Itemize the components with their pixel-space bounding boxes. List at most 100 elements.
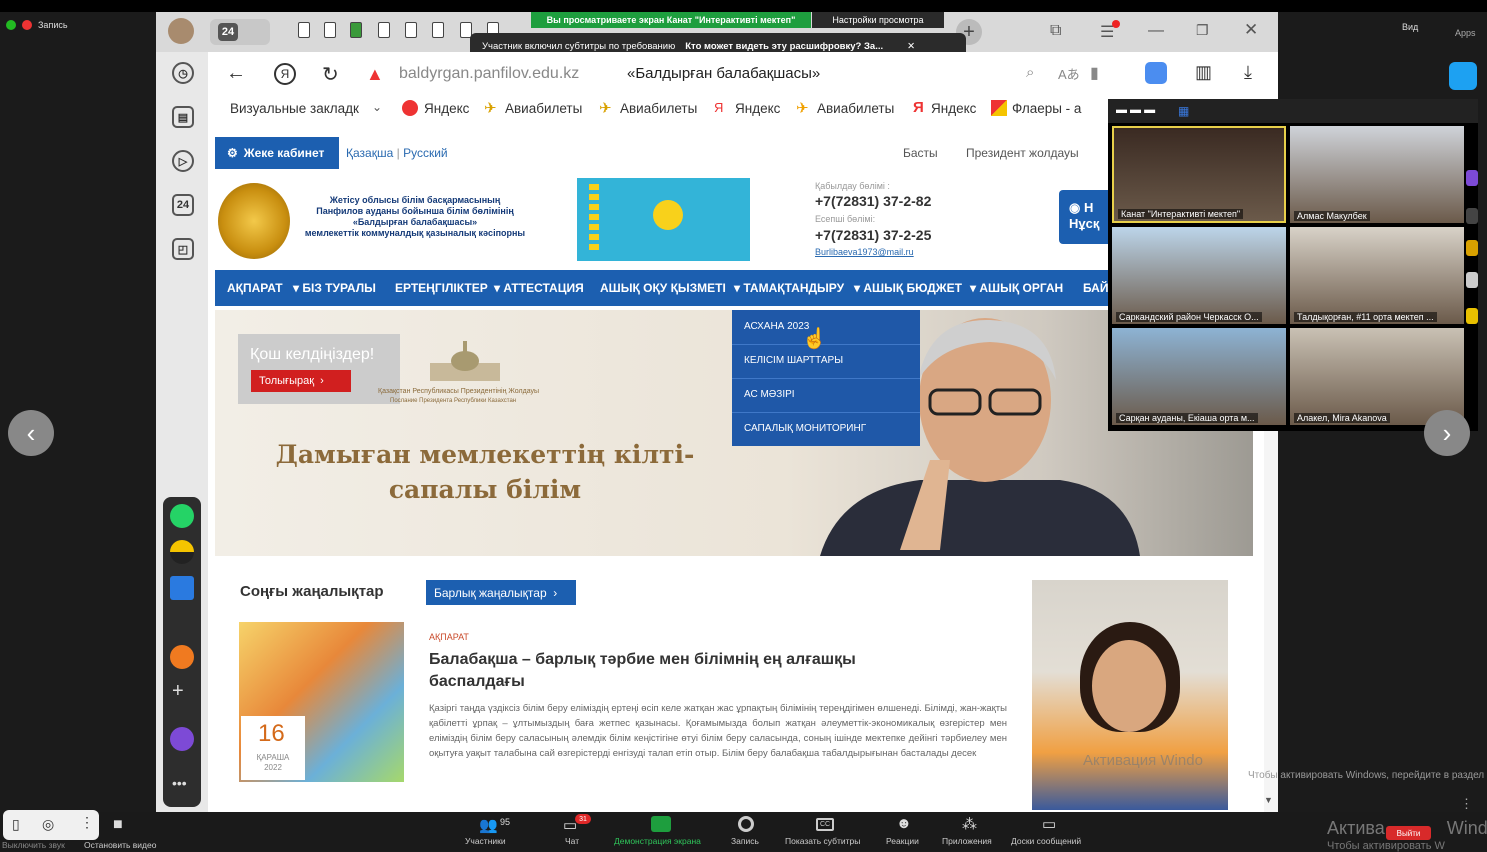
yandex-icon[interactable]: Я bbox=[274, 63, 296, 85]
add-icon[interactable]: + bbox=[172, 680, 184, 703]
avatar[interactable] bbox=[168, 18, 194, 44]
book-icon[interactable]: ▥ bbox=[1195, 62, 1212, 83]
lang-kz[interactable]: Қазақша bbox=[346, 146, 393, 160]
back-icon[interactable]: ← bbox=[226, 62, 246, 85]
more-vertical-icon[interactable]: ⋮ bbox=[80, 814, 94, 831]
bookmark-flyers[interactable]: Флаеры - а bbox=[1012, 101, 1081, 116]
captions-label[interactable]: Показать субтитры bbox=[785, 836, 860, 846]
video-label[interactable]: Остановить видео bbox=[84, 840, 156, 850]
kabinet-button[interactable]: ⚙ Жеке кабинет bbox=[215, 137, 339, 169]
scroll-down-icon[interactable]: ▼ bbox=[1264, 795, 1273, 805]
reactions-label[interactable]: Реакции bbox=[886, 836, 919, 846]
participants-icon[interactable]: 👥 bbox=[479, 816, 498, 834]
home-link[interactable]: Басты bbox=[903, 146, 938, 160]
whiteboard-icon[interactable]: ▭ bbox=[1042, 815, 1056, 833]
tab-page-icon[interactable] bbox=[324, 22, 336, 38]
side-app-icon[interactable] bbox=[1466, 272, 1478, 288]
share-label[interactable]: Демонстрация экрана bbox=[614, 836, 701, 846]
video-tile[interactable]: Сарқан ауданы, Екіаша орта м... bbox=[1112, 328, 1286, 425]
all-news-button[interactable]: Барлық жаңалықтар › bbox=[426, 580, 576, 605]
email-link[interactable]: Burlibaeva1973@mail.ru bbox=[815, 247, 914, 257]
screenshot-icon[interactable]: ◎ bbox=[42, 816, 54, 833]
chat-label[interactable]: Чат bbox=[565, 836, 579, 846]
side-app-icon[interactable] bbox=[1466, 308, 1478, 324]
restore-icon[interactable]: ❐ bbox=[1196, 22, 1209, 39]
video-camera-icon[interactable]: ■ bbox=[113, 816, 123, 834]
apps-label[interactable]: Приложения bbox=[942, 836, 992, 846]
nav-tamaktandyru[interactable]: ▾ ТАМАҚТАНДЫРУ bbox=[734, 281, 844, 295]
bookmark-visual[interactable]: Визуальные закладк bbox=[230, 101, 359, 116]
view-settings-dropdown[interactable]: Настройки просмотра bbox=[812, 12, 944, 28]
video-tile[interactable]: Алмас Макулбек bbox=[1290, 126, 1464, 223]
video-tile[interactable]: Канат "Интерактивті мектеп" bbox=[1112, 126, 1286, 223]
mute-label[interactable]: Выключить звук bbox=[2, 840, 65, 850]
bookmark-yandex[interactable]: Яндекс bbox=[424, 101, 469, 116]
participants-label[interactable]: Участники bbox=[465, 836, 506, 846]
reload-icon[interactable]: ↻ bbox=[322, 62, 339, 87]
nav-akparat[interactable]: АҚПАРАТ bbox=[227, 281, 283, 295]
docs-icon[interactable] bbox=[170, 576, 194, 600]
bookmark-avia[interactable]: Авиабилеты bbox=[817, 101, 894, 116]
history-icon[interactable]: ◷ bbox=[172, 62, 194, 84]
reactions-icon[interactable]: ☻ bbox=[896, 815, 912, 832]
nav-attestatsia[interactable]: ▾ АТТЕСТАЦИЯ bbox=[494, 281, 584, 295]
play-icon[interactable]: ▷ bbox=[172, 150, 194, 172]
dropdown-item-kelisim[interactable]: КЕЛІСІМ ШАРТТАРЫ bbox=[744, 355, 843, 366]
bookmark-icon[interactable]: ▮ bbox=[1090, 63, 1099, 83]
download-icon[interactable]: ⤓ bbox=[1244, 62, 1252, 83]
side-app-icon[interactable] bbox=[1466, 208, 1478, 224]
apps-label[interactable]: Apps bbox=[1455, 28, 1476, 38]
tab-page-icon[interactable] bbox=[378, 22, 390, 38]
whiteboards-label[interactable]: Доски сообщений bbox=[1011, 836, 1081, 846]
dropdown-item-monitoring[interactable]: САПАЛЫҚ МОНИТОРИНГ bbox=[744, 423, 866, 434]
caption-question[interactable]: Кто может видеть эту расшифровку? За... bbox=[685, 41, 883, 52]
tab-counter-button[interactable]: 24 bbox=[210, 19, 270, 45]
side-app-icon[interactable] bbox=[1466, 170, 1478, 186]
window-close-icon[interactable]: ✕ bbox=[1244, 20, 1258, 40]
prev-page-icon[interactable]: ‹ bbox=[8, 410, 54, 456]
share-screen-icon[interactable] bbox=[651, 816, 671, 832]
nav-ashyk-organ[interactable]: ▾ АШЫҚ ОРГАН bbox=[970, 281, 1063, 295]
dropdown-item-askhana[interactable]: АСХАНА 2023 bbox=[744, 321, 809, 332]
tab-green-icon[interactable] bbox=[350, 22, 362, 38]
app-icon[interactable] bbox=[1449, 62, 1477, 90]
video-tile[interactable]: Саркандский район Черкасск О... bbox=[1112, 227, 1286, 324]
close-icon[interactable]: ✕ bbox=[907, 41, 915, 52]
bookmark-yandex[interactable]: Яндекс bbox=[735, 101, 780, 116]
tab-page-icon[interactable] bbox=[298, 22, 310, 38]
nav-ashyk-budget[interactable]: ▾ АШЫҚ БЮДЖЕТ bbox=[854, 281, 962, 295]
grid-view-icon[interactable]: ▦ bbox=[1178, 104, 1189, 118]
screenshot-icon[interactable]: ◰ bbox=[172, 238, 194, 260]
video-tile[interactable]: Талдықорған, #11 орта мектеп ... bbox=[1290, 227, 1464, 324]
search-icon[interactable]: ⌕ bbox=[1026, 64, 1034, 81]
app-icon[interactable] bbox=[170, 540, 194, 564]
nav-ashyk-oku[interactable]: АШЫҚ ОҚУ ҚЫЗМЕТІ bbox=[600, 281, 726, 295]
tabs-24-icon[interactable]: 24 bbox=[172, 194, 194, 216]
url-text[interactable]: baldyrgan.panfilov.edu.kz bbox=[399, 65, 579, 83]
bookmark-icon[interactable]: ▯ bbox=[12, 816, 20, 833]
chevron-down-icon[interactable]: ⌄ bbox=[372, 100, 382, 114]
minimize-gallery-icon[interactable]: ▬ ▬ ▬ bbox=[1116, 104, 1155, 116]
warning-icon[interactable]: ▲ bbox=[366, 64, 386, 84]
news-category[interactable]: АҚПАРАТ bbox=[429, 632, 469, 642]
alice-icon[interactable] bbox=[170, 727, 194, 751]
more-vertical-icon[interactable]: ⋮ bbox=[1460, 796, 1473, 812]
side-app-icon[interactable] bbox=[1466, 240, 1478, 256]
president-link[interactable]: Президент жолдауы bbox=[966, 146, 1079, 160]
record-label[interactable]: Запись bbox=[731, 836, 759, 846]
bookmark-avia[interactable]: Авиабилеты bbox=[505, 101, 582, 116]
exit-button[interactable]: Выйти bbox=[1386, 826, 1431, 840]
video-tile[interactable]: Алакел, Mira Akanova bbox=[1290, 328, 1464, 425]
whatsapp-icon[interactable] bbox=[170, 504, 194, 528]
more-icon[interactable]: ••• bbox=[172, 775, 187, 791]
extension-icon[interactable] bbox=[1145, 62, 1167, 84]
tab-page-icon[interactable] bbox=[432, 22, 444, 38]
bookmark-yandex[interactable]: Яндекс bbox=[931, 101, 976, 116]
bookmark-avia[interactable]: Авиабилеты bbox=[620, 101, 697, 116]
translate-icon[interactable]: Aあ bbox=[1058, 64, 1080, 83]
nav-biz-turaly[interactable]: ▾ БІЗ ТУРАЛЫ bbox=[293, 281, 376, 295]
view-button[interactable]: Вид bbox=[1402, 22, 1418, 32]
lang-ru[interactable]: Русский bbox=[403, 146, 448, 160]
dropdown-item-menu[interactable]: АС МӘЗІРІ bbox=[744, 389, 795, 400]
apps-icon[interactable]: ⁂ bbox=[962, 815, 977, 833]
